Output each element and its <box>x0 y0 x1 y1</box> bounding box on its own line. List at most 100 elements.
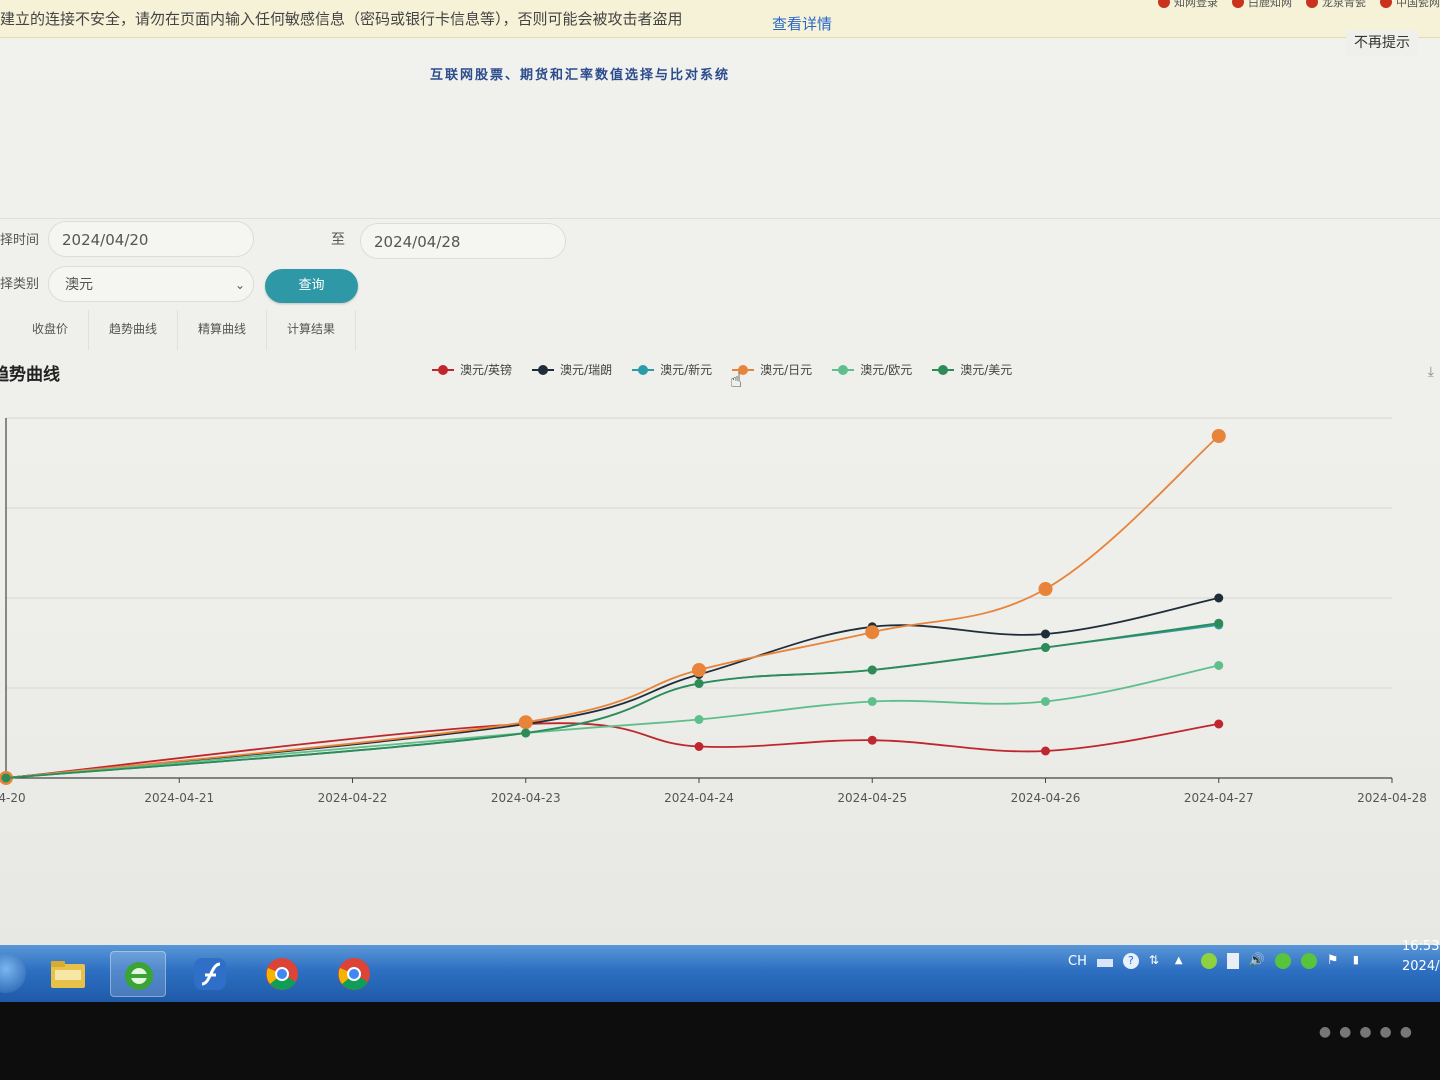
series-line <box>5 622 1219 779</box>
data-point <box>867 735 877 745</box>
data-point <box>1038 582 1053 596</box>
taskbar-chrome-app[interactable] <box>254 951 310 997</box>
legend-label: 澳元/日元 <box>760 363 813 377</box>
category-value: 澳元 <box>65 277 93 293</box>
data-point <box>1041 697 1050 706</box>
legend-label: 澳元/瑞朗 <box>560 363 613 377</box>
data-point <box>521 728 531 738</box>
x-tick-label: 2024-04-21 <box>144 791 214 805</box>
security-icon[interactable] <box>1200 953 1217 969</box>
update-icon[interactable] <box>1300 953 1317 969</box>
time-label: 择时间 <box>0 233 40 248</box>
view-details-link[interactable]: 查看详情 <box>772 13 832 34</box>
legend-item[interactable]: 澳元/瑞朗 <box>532 361 612 378</box>
keyboard-icon[interactable] <box>1096 959 1113 967</box>
bookmark-item[interactable]: 白鹿知网 <box>1232 0 1292 10</box>
category-label: 择类别 <box>0 277 40 292</box>
tab-close-price[interactable]: 收盘价 <box>0 310 90 350</box>
data-point <box>1211 429 1226 443</box>
series-line <box>5 722 1219 779</box>
help-icon[interactable]: ? <box>1122 953 1139 969</box>
end-date-input[interactable]: 2024/04/28 <box>360 223 566 259</box>
legend-swatch <box>932 364 955 376</box>
legend-item[interactable]: 澳元/新元 <box>632 361 712 378</box>
data-point <box>1 773 11 783</box>
legend-swatch <box>532 364 555 376</box>
data-point <box>867 665 877 675</box>
legend-item[interactable]: 澳元/英镑 <box>432 361 512 378</box>
legend-label: 澳元/新元 <box>660 363 713 377</box>
chevron-down-icon: ⌄ <box>234 278 245 292</box>
input-language[interactable]: CH <box>1068 954 1087 969</box>
taskbar-ie-app[interactable] <box>110 951 166 997</box>
start-button[interactable] <box>0 953 26 993</box>
legend-swatch <box>432 364 454 376</box>
screen: 建立的连接不安全，请勿在页面内输入任何敏感信息（密码或银行卡信息等），否则可能会… <box>0 0 1440 1002</box>
signal-icon[interactable]: ▮ <box>1353 953 1369 969</box>
legend-item[interactable]: 澳元/美元 <box>932 361 1012 378</box>
clipboard-icon[interactable] <box>1226 953 1239 969</box>
security-warning-text: 建立的连接不安全，请勿在页面内输入任何敏感信息（密码或银行卡信息等），否则可能会… <box>0 10 683 28</box>
network-icon[interactable]: ⇅ <box>1149 953 1165 969</box>
tab-actuarial-curve[interactable]: 精算曲线 <box>178 310 268 350</box>
system-tray: CH ? ⇅ ▲ 🔊 ⚑ ▮ <box>1068 953 1369 969</box>
legend-label: 澳元/英镑 <box>460 363 513 377</box>
chevron-up-icon[interactable]: ▲ <box>1175 953 1191 969</box>
tab-bar: 收盘价 趋势曲线 精算曲线 计算结果 <box>0 310 357 350</box>
download-icon[interactable]: ⤓ <box>1428 364 1434 380</box>
data-point <box>692 663 706 677</box>
bookmark-item[interactable]: 龙泉青瓷 <box>1306 0 1366 10</box>
bookmark-item[interactable]: 中国瓷网 <box>1380 0 1440 10</box>
dismiss-warning-button[interactable]: 不再提示 <box>1346 30 1418 56</box>
taskbar-chrome-app[interactable] <box>326 951 382 997</box>
folder-icon <box>51 961 85 988</box>
x-tick-label: 2024-04-28 <box>1357 791 1427 805</box>
data-point <box>1041 629 1050 639</box>
weibo-icon <box>1306 0 1318 8</box>
start-date-input[interactable]: 2024/04/20 <box>48 221 254 257</box>
legend-swatch <box>832 364 855 376</box>
clock-time: 16:53 <box>1402 939 1440 954</box>
data-point <box>518 715 533 730</box>
system-title: 互联网股票、期货和汇率数值选择与比对系统 <box>430 68 731 83</box>
legend-item[interactable]: 澳元/欧元 <box>832 361 912 378</box>
legend-swatch <box>632 364 655 376</box>
flag-alert-icon[interactable]: ⚑ <box>1327 953 1343 969</box>
x-tick-label: 2024-04-22 <box>318 791 388 805</box>
data-point <box>1214 593 1224 603</box>
flash-icon <box>194 958 226 990</box>
data-point <box>1214 661 1224 670</box>
legend-label: 澳元/美元 <box>960 363 1013 377</box>
taskbar-flash-app[interactable] <box>182 951 238 997</box>
x-tick-label: 2024-04-27 <box>1184 791 1254 805</box>
x-tick-label: 2024-04-23 <box>491 791 561 805</box>
weibo-icon <box>1380 0 1392 8</box>
weibo-icon <box>1158 0 1170 8</box>
category-select[interactable]: 澳元 ⌄ <box>48 266 254 302</box>
clock-date: 2024/ <box>1402 959 1440 974</box>
data-point <box>694 742 704 751</box>
clock[interactable]: 16:53 2024/ <box>1402 937 1439 977</box>
tab-trend-curve[interactable]: 趋势曲线 <box>89 310 179 350</box>
chrome-icon <box>266 958 298 990</box>
hand-pointer-icon: ☝ <box>730 368 743 392</box>
weibo-icon <box>1232 0 1244 8</box>
sync-icon[interactable] <box>1274 953 1291 969</box>
trend-line-chart: -04-20 2024-04-21 2024-04-22 2024-04-23 2024… <box>0 417 1427 805</box>
chart-legend: 澳元/英镑 澳元/瑞朗 澳元/新元 澳元/日元 澳元/欧元 澳元/美元 <box>432 361 1012 378</box>
to-label: 至 <box>331 232 345 248</box>
tab-calc-results[interactable]: 计算结果 <box>267 310 357 350</box>
divider <box>0 218 1440 219</box>
data-point <box>694 715 704 724</box>
bookmark-item[interactable]: 知网登录 <box>1158 0 1218 10</box>
taskbar-folder-app[interactable] <box>40 951 96 997</box>
x-tick-label: 2024-04-25 <box>837 791 907 805</box>
x-tick-label: 2024-04-24 <box>664 791 734 805</box>
legend-item[interactable]: 澳元/日元 <box>732 361 812 378</box>
query-button[interactable]: 查询 <box>265 269 358 303</box>
volume-icon[interactable]: 🔊 <box>1249 953 1265 969</box>
data-point <box>1214 719 1224 729</box>
data-point <box>1041 746 1050 756</box>
data-point <box>865 625 880 640</box>
legend-label: 澳元/欧元 <box>860 363 913 377</box>
